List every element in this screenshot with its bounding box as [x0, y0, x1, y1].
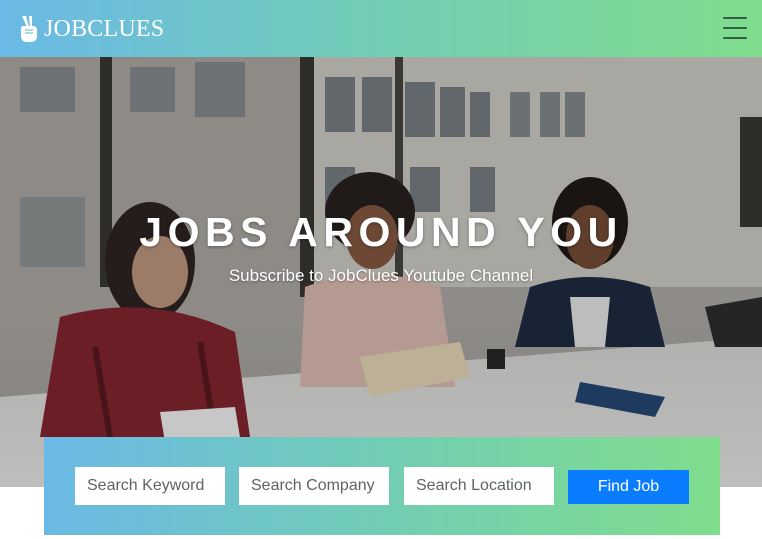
hero-banner: JOBS AROUND YOU Subscribe to JobClues Yo… — [0, 57, 762, 487]
job-search-panel: Find Job — [44, 437, 720, 535]
search-company-input[interactable] — [239, 467, 389, 505]
hamburger-menu-icon[interactable] — [723, 17, 747, 39]
brand-name: JOBCLUES — [44, 15, 165, 42]
search-keyword-input[interactable] — [75, 467, 225, 505]
brand-logo[interactable]: JOBCLUES — [19, 15, 164, 43]
search-location-input[interactable] — [404, 467, 554, 505]
hero-title: JOBS AROUND YOU — [139, 209, 623, 255]
navbar: JOBCLUES — [0, 0, 762, 57]
hero-subtitle[interactable]: Subscribe to JobClues Youtube Channel — [0, 266, 762, 286]
peace-hand-icon — [21, 16, 37, 42]
find-job-button[interactable]: Find Job — [568, 470, 689, 504]
